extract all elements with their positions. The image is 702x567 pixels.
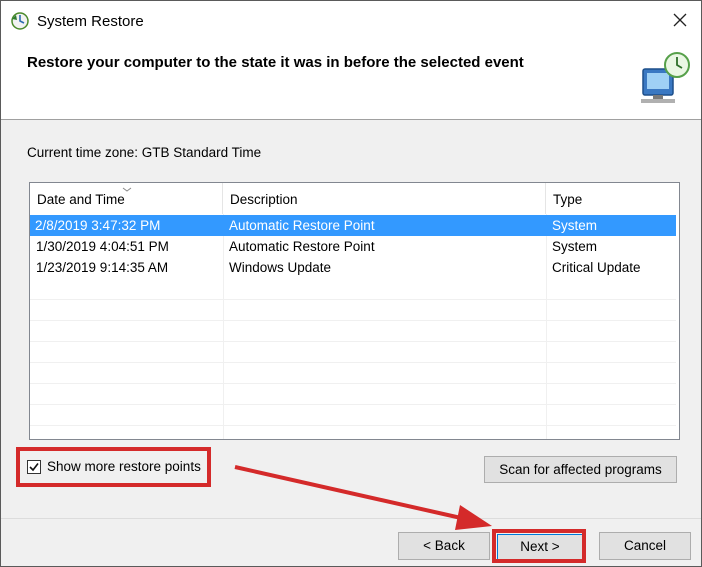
sort-chevron-icon [122,187,132,192]
cell-description: Windows Update [229,260,332,275]
table-row[interactable]: 2/8/2019 3:47:32 PM Automatic Restore Po… [30,215,676,236]
system-restore-window: System Restore Restore your computer to … [0,0,702,567]
cancel-button[interactable]: Cancel [599,532,691,560]
page-heading: Restore your computer to the state it wa… [27,54,524,71]
cell-description: Automatic Restore Point [229,239,375,254]
checkmark-icon [29,463,39,472]
monitor-clock-icon [641,52,690,103]
column-type[interactable]: Type [546,183,679,214]
show-more-label: Show more restore points [47,459,201,474]
column-description[interactable]: Description [223,183,546,214]
back-button[interactable]: < Back [398,532,490,560]
cell-date: 1/23/2019 9:14:35 AM [36,260,169,275]
column-date-time[interactable]: Date and Time [30,183,223,214]
row-gridline [30,341,676,342]
row-gridline [30,362,676,363]
row-gridline [30,404,676,405]
window-title: System Restore [37,13,144,30]
scan-affected-programs-button[interactable]: Scan for affected programs [484,456,677,483]
cell-type: System [552,239,598,254]
timezone-label: Current time zone: GTB Standard Time [27,145,262,160]
close-icon[interactable] [669,9,691,31]
table-row[interactable]: 1/30/2019 4:04:51 PM Automatic Restore P… [30,236,676,257]
cell-description: Automatic Restore Point [229,218,375,233]
cell-date: 2/8/2019 3:47:32 PM [35,218,161,233]
cell-type: Critical Update [552,260,641,275]
cell-type: System [552,218,598,233]
restore-points-list[interactable]: Date and Time Description Type 2/8/2019 … [29,182,680,440]
cell-date: 1/30/2019 4:04:51 PM [36,239,169,254]
row-gridline [30,425,676,426]
system-restore-icon [11,12,29,30]
footer-divider [1,518,701,519]
row-gridline [30,320,676,321]
title-bar: System Restore [1,1,701,41]
row-gridline [30,383,676,384]
table-row[interactable]: 1/23/2019 9:14:35 AM Windows Update Crit… [30,257,676,278]
next-button[interactable]: Next > [497,534,583,560]
show-more-checkbox[interactable] [27,460,41,474]
row-gridline [30,299,676,300]
header-panel: Restore your computer to the state it wa… [1,41,701,120]
